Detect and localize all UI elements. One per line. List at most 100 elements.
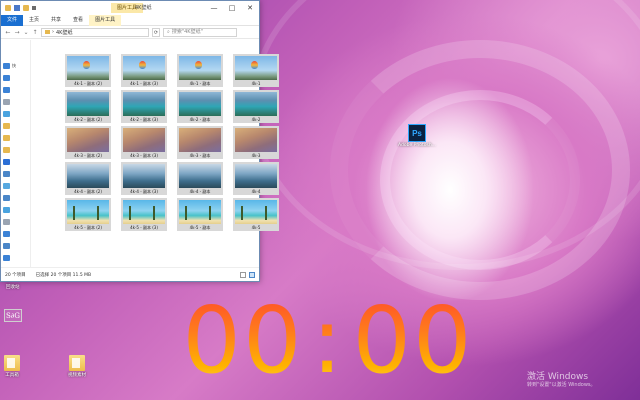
details-view-icon[interactable]	[240, 271, 246, 278]
desktop-icon-folder-tools[interactable]: 工具箱	[4, 355, 20, 378]
image-preview	[123, 200, 165, 224]
tab-view[interactable]: 查看	[67, 15, 89, 26]
desktop-icon-label: Adobe Photosh...	[398, 143, 436, 148]
file-thumbnail[interactable]: 4k-4 - 副本	[177, 162, 223, 195]
wallpaper-swirl	[380, 90, 580, 270]
file-thumbnail[interactable]: 4k-3	[233, 126, 279, 159]
folder-icon	[3, 135, 10, 141]
chevron-down-icon[interactable]: ⌄	[23, 29, 29, 36]
title-bar[interactable]: 图片工具 4K壁纸 — □ ✕	[1, 1, 259, 15]
file-thumbnail[interactable]: 4k-3 - 副本	[177, 126, 223, 159]
desktop-icon-folder-video[interactable]: 视频素材	[68, 355, 86, 378]
file-name: 4k-1 - 副本 (2)	[74, 81, 102, 86]
nav-item[interactable]	[1, 96, 30, 108]
file-thumbnail[interactable]: 4k-3 - 副本 (2)	[65, 126, 111, 159]
file-thumbnail[interactable]: 4k-1 - 副本 (3)	[121, 54, 167, 87]
nav-item[interactable]	[1, 168, 30, 180]
nav-item[interactable]	[1, 240, 30, 252]
maximize-button[interactable]: □	[223, 1, 241, 15]
nav-item[interactable]	[1, 108, 30, 120]
image-preview	[67, 56, 109, 80]
image-preview	[235, 92, 277, 116]
desktop-icon-photoshop[interactable]: Ps Adobe Photosh...	[398, 124, 436, 148]
file-explorer-window[interactable]: 图片工具 4K壁纸 — □ ✕ 文件 主页 共享 查看 图片工具 ← → ⌄ ↑…	[0, 0, 279, 282]
file-name: 4k-2 - 副本 (2)	[74, 117, 102, 122]
nav-item[interactable]	[1, 228, 30, 240]
minimize-button[interactable]: —	[205, 1, 223, 15]
address-text: 4K壁纸	[56, 29, 73, 36]
file-thumbnail[interactable]: 4k-4 - 副本 (3)	[121, 162, 167, 195]
document-icon	[3, 219, 10, 225]
file-name: 4k-3 - 副本 (3)	[130, 153, 158, 158]
file-thumbnail[interactable]: 4k-1 - 副本	[177, 54, 223, 87]
nav-item[interactable]	[1, 72, 30, 84]
onedrive-icon	[3, 159, 10, 165]
file-thumbnail[interactable]: 4k-5	[233, 198, 279, 231]
music-icon	[3, 243, 10, 249]
folder-icon	[3, 123, 10, 129]
nav-item[interactable]	[1, 156, 30, 168]
nav-item[interactable]: 快	[1, 60, 30, 72]
tab-file[interactable]: 文件	[1, 14, 24, 26]
image-preview	[179, 92, 221, 116]
image-preview	[67, 128, 109, 152]
file-thumbnail[interactable]: 4k-4 - 副本 (2)	[65, 162, 111, 195]
file-thumbnail[interactable]: 4k-2 - 副本 (2)	[65, 90, 111, 123]
palm-graphic	[209, 206, 211, 220]
forward-arrow-icon[interactable]: →	[14, 29, 20, 36]
search-input[interactable]: ⌕ 搜索"4K壁纸"	[163, 27, 237, 37]
back-arrow-icon[interactable]: ←	[5, 29, 11, 36]
nav-item[interactable]	[1, 132, 30, 144]
desktop-icon-recycle[interactable]: 回收站	[6, 283, 20, 290]
tab-share[interactable]: 共享	[45, 15, 67, 26]
file-thumbnail[interactable]: 4k-4	[233, 162, 279, 195]
selection-info: 已选择 20 个项目 11.5 MB	[35, 272, 92, 278]
properties-icon[interactable]	[14, 5, 20, 11]
close-button[interactable]: ✕	[241, 1, 259, 15]
wallpaper-swirl	[330, 40, 630, 300]
file-thumbnail[interactable]: 4k-5 - 副本 (2)	[65, 198, 111, 231]
folder-icon	[45, 30, 50, 34]
file-thumbnail[interactable]: 4k-2	[233, 90, 279, 123]
file-name: 4k-1 - 副本 (3)	[130, 81, 158, 86]
file-name: 4k-4 - 副本	[189, 189, 211, 194]
up-arrow-icon[interactable]: ↑	[32, 29, 38, 36]
nav-item[interactable]	[1, 180, 30, 192]
tab-picture-tools[interactable]: 图片工具	[89, 14, 122, 26]
address-bar-row: ← → ⌄ ↑ › 4K壁纸 ⟳ ⌕ 搜索"4K壁纸"	[1, 26, 259, 39]
chevron-down-icon[interactable]	[32, 6, 36, 10]
nav-item[interactable]	[1, 216, 30, 228]
tab-home[interactable]: 主页	[23, 15, 45, 26]
nav-item[interactable]	[1, 120, 30, 132]
desktop-icon-sg[interactable]: S∂G	[4, 309, 22, 322]
file-thumbnail[interactable]: 4k-5 - 副本	[177, 198, 223, 231]
new-folder-icon[interactable]	[23, 5, 29, 11]
file-thumbnail[interactable]: 4k-2 - 副本	[177, 90, 223, 123]
window-title: 4K壁纸	[135, 5, 152, 11]
folder-icon	[3, 147, 10, 153]
search-icon: ⌕	[167, 29, 170, 35]
file-thumbnail[interactable]: 4k-2 - 副本 (3)	[121, 90, 167, 123]
file-thumbnail[interactable]: 4k-5 - 副本 (3)	[121, 198, 167, 231]
address-input[interactable]: › 4K壁纸	[41, 27, 149, 37]
large-icons-view-icon[interactable]	[249, 271, 255, 278]
file-grid[interactable]: 4k-1 - 副本 (2) 4k-1 - 副本 (3) 4k-1 - 副本 4k-1 4…	[31, 40, 279, 268]
file-thumbnail[interactable]: 4k-1	[233, 54, 279, 87]
image-preview	[235, 56, 277, 80]
nav-item[interactable]	[1, 204, 30, 216]
nav-item[interactable]	[1, 84, 30, 96]
address-separator-icon: ›	[52, 29, 54, 35]
desktop-icon-label: 工具箱	[5, 373, 19, 378]
video-icon	[3, 195, 10, 201]
navigation-pane[interactable]: 快	[1, 40, 31, 268]
image-preview	[67, 92, 109, 116]
palm-graphic	[97, 206, 99, 220]
file-thumbnail[interactable]: 4k-3 - 副本 (3)	[121, 126, 167, 159]
nav-item[interactable]	[1, 192, 30, 204]
file-thumbnail[interactable]: 4k-1 - 副本 (2)	[65, 54, 111, 87]
nav-item[interactable]	[1, 144, 30, 156]
file-name: 4k-3 - 副本 (2)	[74, 153, 102, 158]
refresh-button[interactable]: ⟳	[152, 27, 160, 37]
nav-item[interactable]	[1, 252, 30, 264]
palm-graphic	[265, 206, 267, 220]
